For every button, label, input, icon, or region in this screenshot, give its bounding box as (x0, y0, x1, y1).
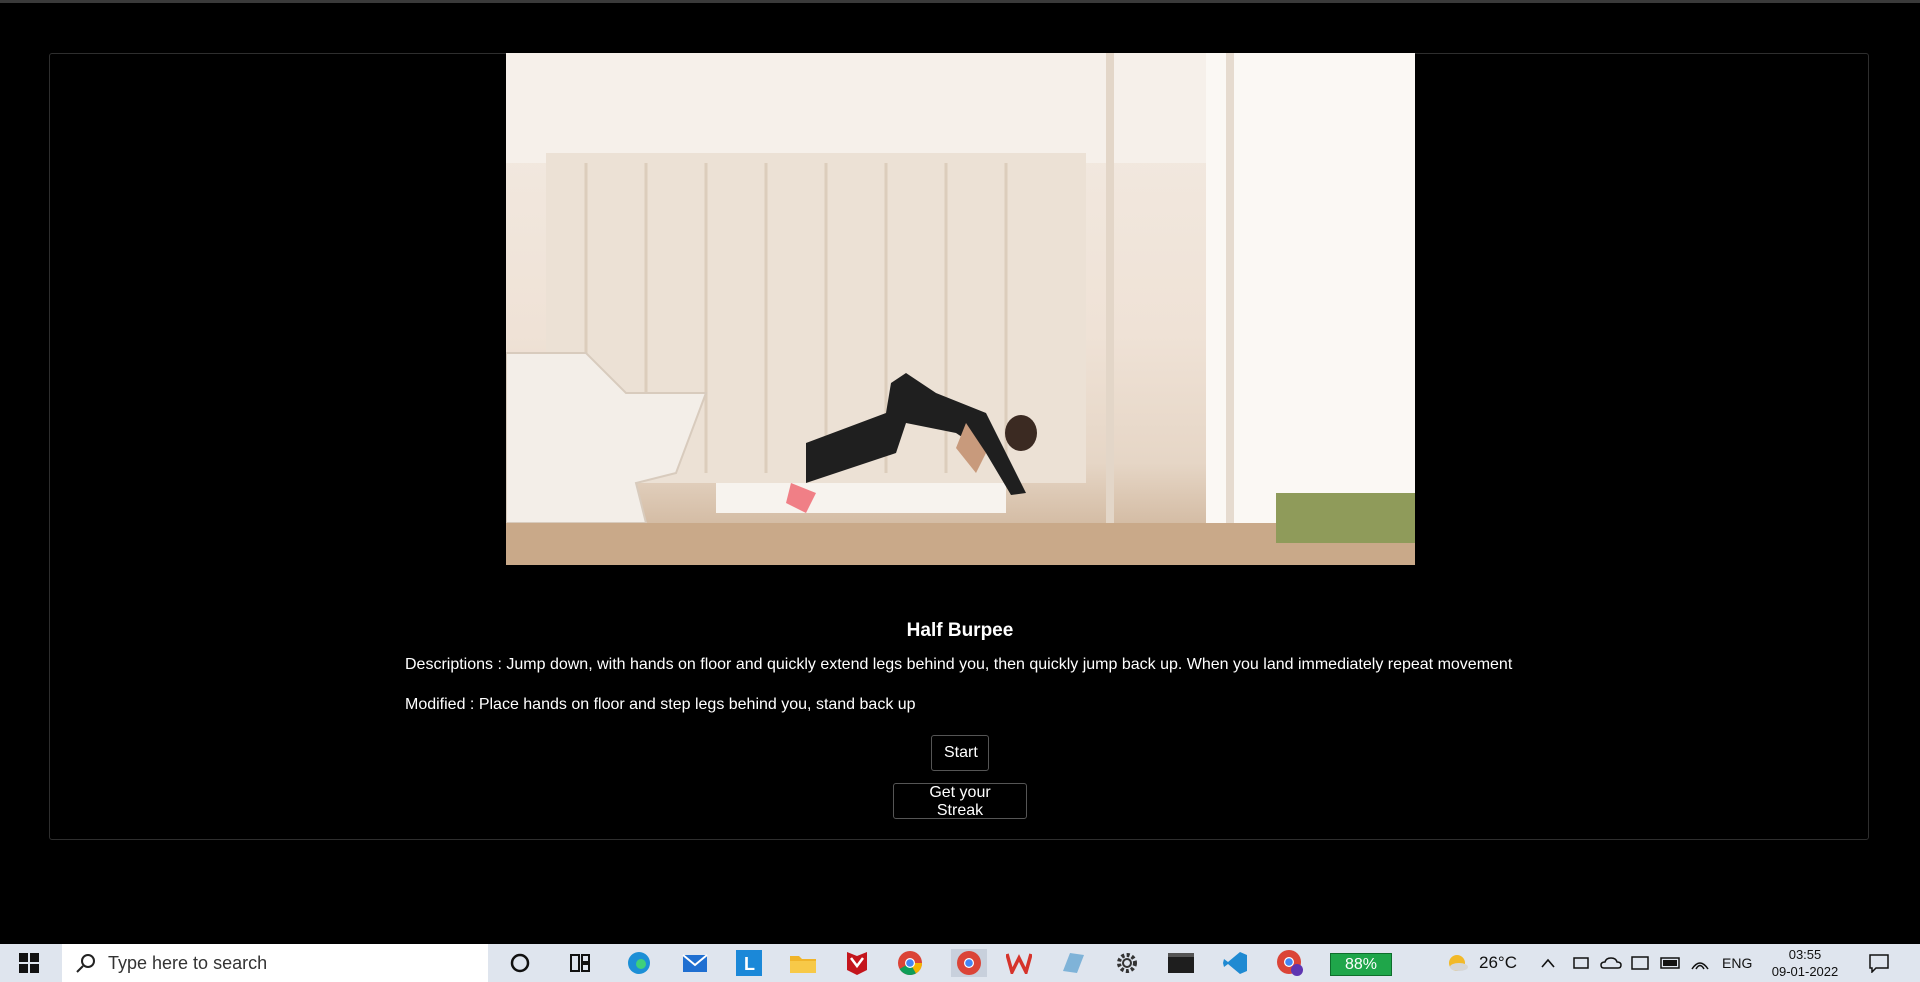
weather-temperature: 26°C (1479, 953, 1517, 972)
mail-icon[interactable] (680, 949, 710, 977)
show-hidden-icons[interactable] (1540, 944, 1556, 982)
top-border (0, 0, 1920, 3)
battery-tray-icon[interactable] (1660, 944, 1682, 982)
notification-center-icon[interactable] (1868, 944, 1890, 982)
taskbar: Type here to search L 88% 26°C ENG 03:55… (0, 944, 1920, 982)
taskbar-search-box[interactable]: Type here to search (62, 944, 488, 982)
exercise-modified: Modified : Place hands on floor and step… (405, 696, 916, 713)
terminal-icon[interactable] (1166, 949, 1196, 977)
chrome-user-icon[interactable] (1275, 949, 1305, 977)
start-button[interactable]: Start (931, 735, 989, 771)
chrome-icon[interactable] (895, 949, 925, 977)
notes-app-icon[interactable] (1058, 949, 1088, 977)
file-explorer-icon[interactable] (788, 949, 818, 977)
search-placeholder: Type here to search (108, 952, 268, 973)
vscode-icon[interactable] (1220, 949, 1250, 977)
search-icon (76, 954, 95, 973)
cortana-icon[interactable] (505, 949, 535, 977)
edge-icon[interactable] (624, 949, 654, 977)
weather-sun-icon (1449, 955, 1468, 971)
wifi-icon[interactable] (1690, 944, 1710, 982)
weather-widget[interactable]: 26°C (1445, 944, 1517, 982)
exercise-title: Half Burpee (906, 620, 1014, 641)
settings-gear-icon[interactable] (1112, 949, 1142, 977)
onedrive-icon[interactable] (1600, 944, 1622, 982)
task-view-icon[interactable] (565, 949, 595, 977)
mcafee-icon[interactable] (842, 949, 872, 977)
language-indicator[interactable]: ENG (1722, 944, 1752, 982)
battery-indicator[interactable]: 88% (1330, 953, 1392, 976)
windows-start-button[interactable] (0, 944, 58, 982)
exercise-gif (506, 53, 1415, 565)
exercise-description: Descriptions : Jump down, with hands on … (405, 656, 1513, 673)
get-streak-button[interactable]: Get your Streak (893, 783, 1027, 819)
launcher-l-icon[interactable]: L (734, 949, 764, 977)
taskbar-clock[interactable]: 03:55 09-01-2022 (1755, 946, 1855, 980)
wps-office-icon[interactable] (1004, 949, 1034, 977)
windows-logo-icon (19, 953, 39, 973)
svg-text:L: L (744, 954, 755, 974)
meet-now-icon[interactable] (1572, 944, 1590, 982)
clock-date: 09-01-2022 (1771, 964, 1839, 979)
display-icon[interactable] (1630, 944, 1650, 982)
clock-time: 03:55 (1788, 947, 1822, 962)
chrome-profile-icon[interactable] (951, 949, 987, 977)
